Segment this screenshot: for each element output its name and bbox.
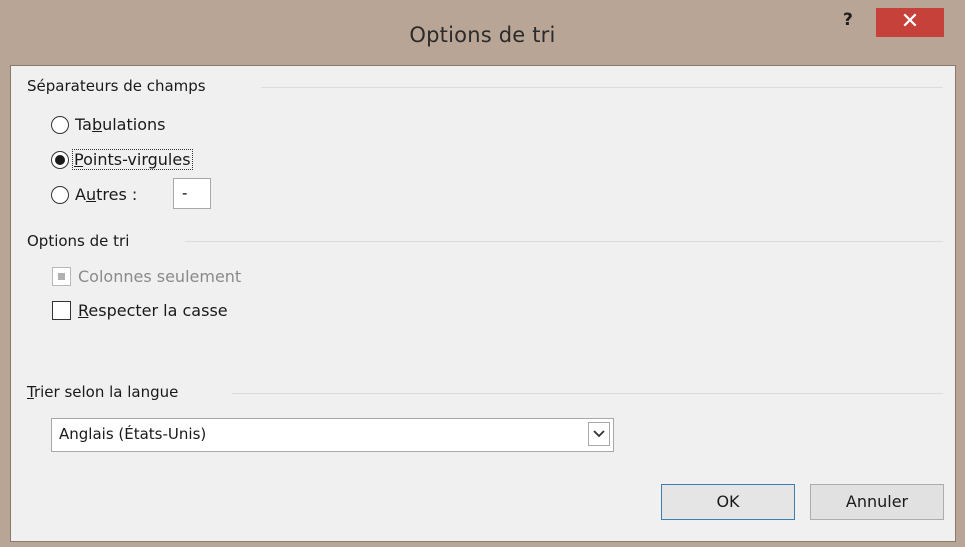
language-divider [232, 393, 943, 394]
radio-selected-dot [55, 155, 65, 165]
sort-options-divider [185, 241, 943, 242]
cancel-button[interactable]: Annuler [810, 484, 944, 520]
match-case-label[interactable]: Respecter la casse [78, 301, 228, 320]
language-heading: Trier selon la langue [27, 383, 179, 401]
columns-only-box[interactable] [52, 267, 71, 286]
radio-other-label[interactable]: Autres : [75, 185, 137, 204]
dialog-title: Options de tri [409, 23, 556, 47]
sort-options-heading: Options de tri [27, 232, 130, 250]
radio-semicolons-label[interactable]: Points-virgules [72, 149, 193, 170]
other-separator-input[interactable]: - [173, 178, 211, 209]
radio-semicolons-circle[interactable] [51, 151, 69, 169]
separators-divider [261, 87, 943, 88]
columns-only-label: Colonnes seulement [78, 267, 242, 286]
language-select-value: Anglais (États-Unis) [59, 425, 207, 443]
language-dropdown-button[interactable] [588, 422, 610, 446]
radio-other-circle[interactable] [51, 186, 69, 204]
match-case-box[interactable] [52, 301, 71, 320]
help-button[interactable]: ? [843, 10, 853, 30]
indeterminate-square [58, 273, 65, 280]
title-bar: Options de tri ? ✕ [0, 0, 965, 65]
language-select[interactable]: Anglais (États-Unis) [51, 418, 614, 452]
close-icon: ✕ [900, 9, 920, 34]
radio-tabs-circle[interactable] [51, 116, 69, 134]
separators-heading: Séparateurs de champs [27, 77, 206, 95]
ok-button[interactable]: OK [661, 484, 795, 520]
close-button[interactable]: ✕ [876, 8, 944, 37]
chevron-down-icon [593, 430, 605, 438]
radio-tabs-label[interactable]: Tabulations [75, 115, 165, 134]
